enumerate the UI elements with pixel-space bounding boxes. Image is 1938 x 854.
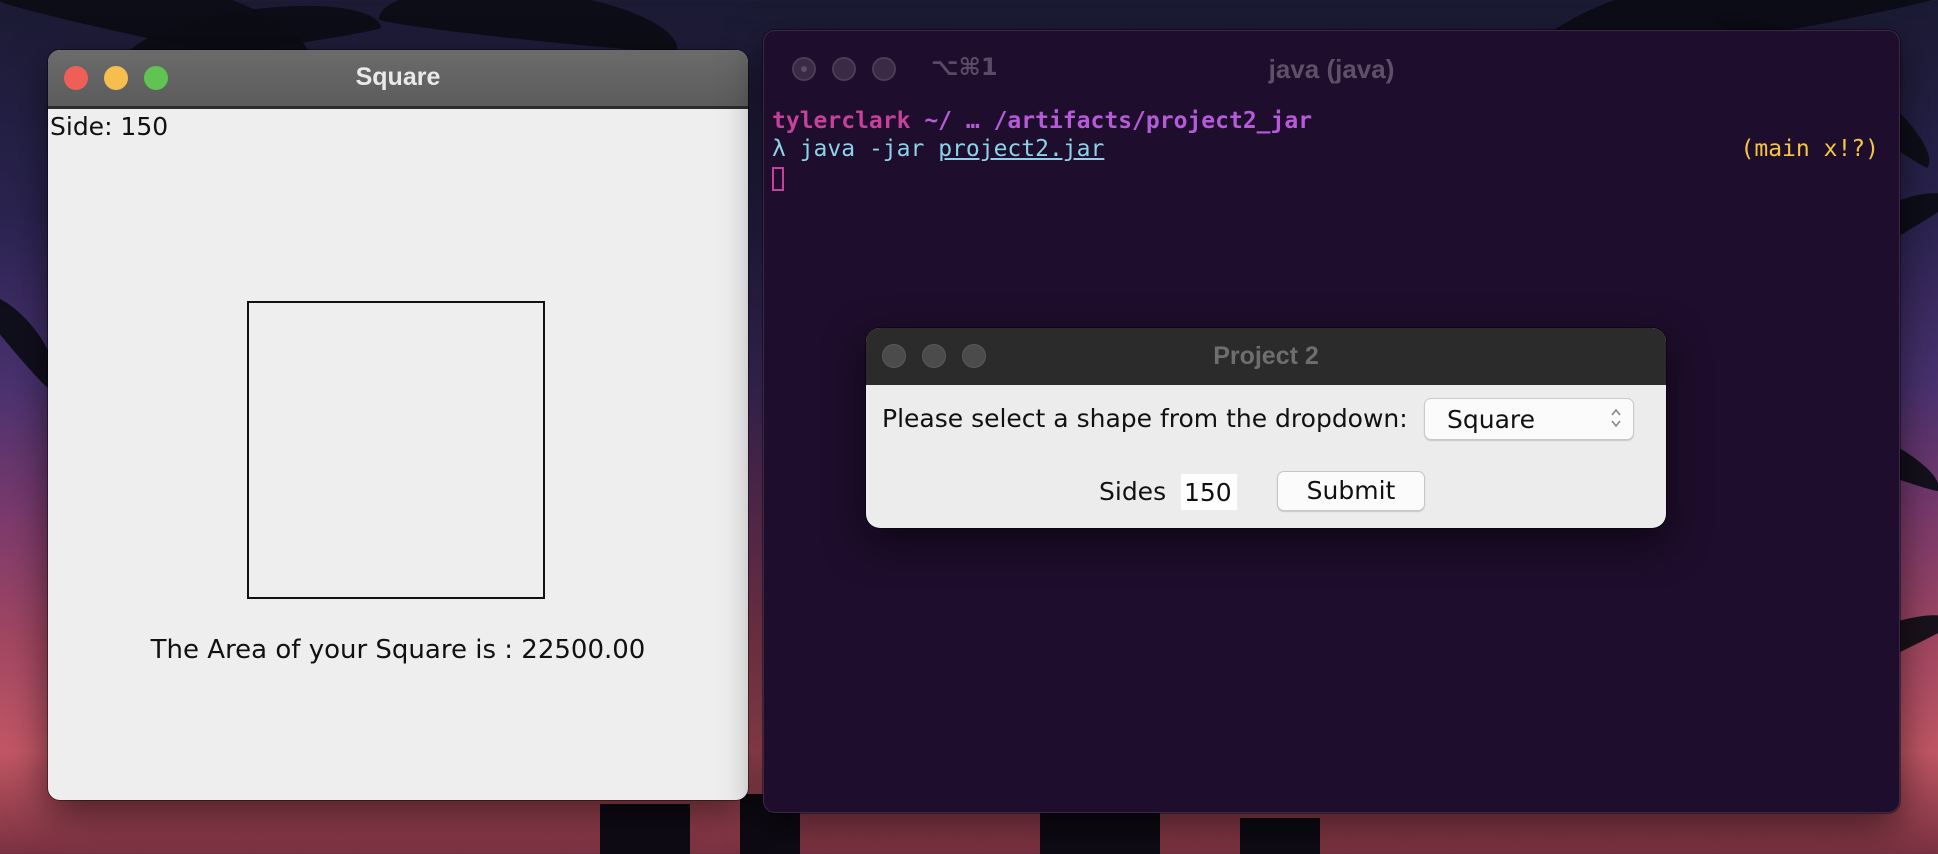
git-status: (main x!?) <box>1740 136 1879 162</box>
square-window-titlebar[interactable]: Square <box>48 50 748 109</box>
dialog-title: Project 2 <box>1213 342 1319 370</box>
sides-input[interactable] <box>1181 474 1237 510</box>
up-down-chevron-icon <box>1609 406 1623 433</box>
command-file-link[interactable]: project2.jar <box>938 136 1104 162</box>
project2-dialog: Project 2 Please select a shape from the… <box>866 328 1666 528</box>
prompt-symbol: λ <box>772 136 786 162</box>
side-label: Side: 150 <box>50 112 169 141</box>
terminal-user: tylerclark <box>772 108 911 134</box>
submit-button[interactable]: Submit <box>1277 471 1425 511</box>
shape-dropdown-value: Square <box>1447 405 1536 434</box>
shape-dropdown[interactable]: Square <box>1424 398 1634 440</box>
terminal-cursor <box>772 166 784 191</box>
sides-label: Sides <box>1099 477 1167 506</box>
square-drawing <box>247 301 545 599</box>
dialog-titlebar[interactable]: Project 2 <box>866 328 1666 385</box>
terminal-titlebar[interactable]: ⌥⌘1 java (java) <box>764 31 1899 107</box>
window-title: Square <box>355 63 441 91</box>
area-result-text: The Area of your Square is : 22500.00 <box>150 635 646 665</box>
square-window: Square Side: 150 The Area of your Square… <box>48 50 748 800</box>
cursor-line <box>772 163 1879 191</box>
shape-select-label: Please select a shape from the dropdown: <box>882 404 1408 433</box>
window-title: java (java) <box>1268 54 1395 84</box>
command-text: java -jar <box>785 136 939 162</box>
terminal-path: ~/ … /artifacts/project2_jar <box>910 108 1313 134</box>
prompt-header-line: tylerclark ~/ … /artifacts/project2_jar <box>772 107 1879 135</box>
terminal-output[interactable]: tylerclark ~/ … /artifacts/project2_jar … <box>772 107 1879 191</box>
command-line: λ java -jar project2.jar (main x!?) <box>772 135 1879 163</box>
